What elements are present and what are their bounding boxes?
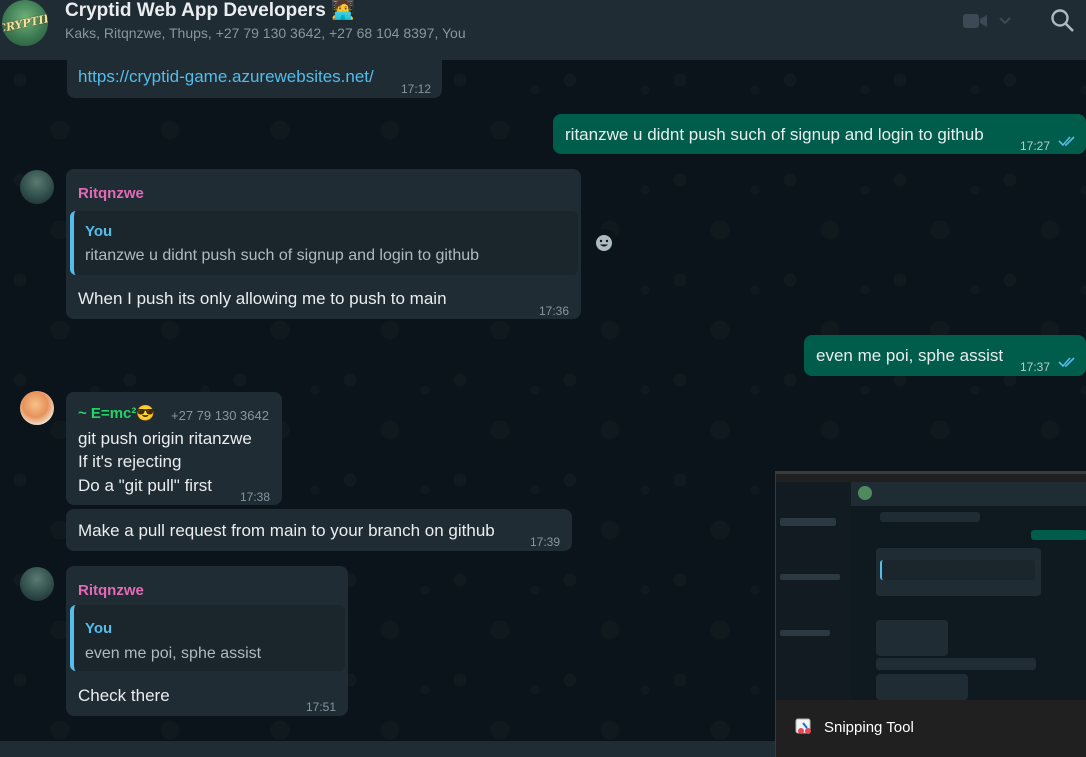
message-time: 17:39 (530, 535, 561, 549)
message-bubble[interactable]: Ritqnzwe You ritanzwe u didnt push such … (66, 169, 581, 319)
message-line: Do a "git pull" first (78, 476, 212, 495)
message-time: 17:27 (1020, 139, 1051, 153)
avatar[interactable] (20, 170, 54, 204)
message-bubble[interactable]: ~ E=mc²😎 +27 79 130 3642 git push origin… (66, 392, 282, 505)
message-line: git push origin ritanzwe (78, 429, 252, 448)
sender-name[interactable]: Ritqnzwe (78, 182, 144, 205)
double-check-icon (1058, 357, 1075, 368)
message-text: When I push its only allowing me to push… (78, 289, 447, 308)
message-bubble-outgoing[interactable]: even me poi, sphe assist 17:37 (804, 335, 1086, 376)
quoted-message[interactable]: You even me poi, sphe assist (70, 605, 345, 671)
sender-name[interactable]: ~ E=mc²😎 (78, 402, 155, 425)
message-text: even me poi, sphe assist (816, 346, 1004, 365)
message-bubble[interactable]: Ritqnzwe You even me poi, sphe assist Ch… (66, 566, 348, 716)
compose-bar[interactable] (0, 741, 775, 757)
search-icon (1051, 9, 1074, 32)
message-line: If it's rejecting (78, 452, 182, 471)
message-bubble[interactable]: https://cryptid-game.azurewebsites.net/ … (67, 58, 442, 98)
group-members[interactable]: Kaks, Ritqnzwe, Thups, +27 79 130 3642, … (65, 25, 466, 41)
double-check-icon (1058, 136, 1075, 147)
video-call-button[interactable] (962, 12, 1012, 30)
sender-name[interactable]: Ritqnzwe (78, 579, 144, 602)
sender-phone: +27 79 130 3642 (171, 408, 269, 423)
quoted-message[interactable]: You ritanzwe u didnt push such of signup… (70, 211, 578, 275)
avatar[interactable] (20, 567, 54, 601)
quoted-text: even me poi, sphe assist (85, 645, 262, 662)
message-time: 17:36 (539, 304, 570, 318)
message-bubble[interactable]: Make a pull request from main to your br… (66, 509, 572, 551)
message-time: 17:38 (240, 490, 271, 504)
smiley-icon (596, 235, 612, 251)
message-text: Make a pull request from main to your br… (78, 521, 495, 540)
chat-header[interactable]: CRYPTID Cryptid Web App Developers 🧑‍💻 K… (0, 0, 1086, 60)
message-bubble-outgoing[interactable]: ritanzwe u didnt push such of signup and… (553, 114, 1086, 154)
snipping-tool-icon (795, 718, 811, 734)
quoted-sender: You (85, 620, 113, 637)
snipping-tool-label: Snipping Tool (824, 719, 914, 736)
chevron-down-icon (999, 17, 1011, 25)
group-avatar-logo: CRYPTID (2, 10, 48, 36)
message-time: 17:37 (1020, 360, 1051, 374)
screenshot-thumbnail[interactable] (776, 482, 1086, 700)
message-link[interactable]: https://cryptid-game.azurewebsites.net/ (78, 65, 374, 88)
message-text: ritanzwe u didnt push such of signup and… (565, 125, 984, 144)
message-time: 17:12 (401, 82, 432, 96)
react-emoji-button[interactable] (590, 229, 618, 257)
quoted-text: ritanzwe u didnt push such of signup and… (85, 247, 480, 264)
group-avatar[interactable]: CRYPTID (2, 0, 48, 46)
video-camera-icon (963, 14, 987, 28)
message-time: 17:51 (306, 700, 337, 714)
avatar[interactable] (20, 391, 54, 425)
message-text: Check there (78, 686, 170, 705)
snipping-tool-notification[interactable]: Snipping Tool (775, 471, 1086, 757)
search-button[interactable] (1050, 8, 1076, 39)
group-title[interactable]: Cryptid Web App Developers 🧑‍💻 (65, 0, 355, 22)
quoted-sender: You (85, 223, 113, 240)
